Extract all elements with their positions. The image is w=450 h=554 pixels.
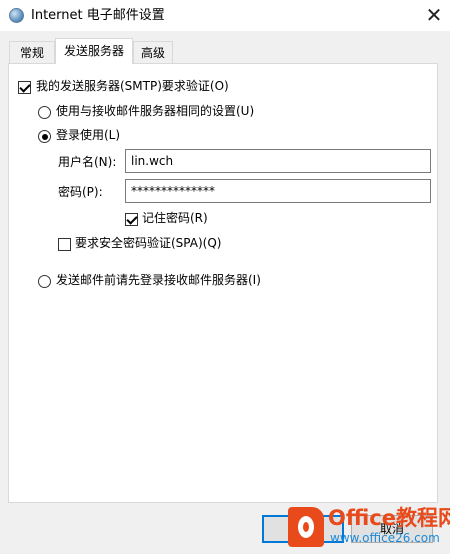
watermark: Office教程网 www.office26.com: [282, 503, 450, 551]
checkmark-icon: [126, 213, 138, 225]
watermark-url: www.office26.com: [330, 531, 440, 545]
login-with-label: 登录使用(L): [56, 128, 121, 142]
remember-password-label: 记住密码(R): [142, 211, 208, 225]
office-logo-icon: [288, 507, 324, 547]
smtp-auth-label: 我的发送服务器(SMTP)要求验证(O): [36, 79, 229, 93]
tab-panel: 我的发送服务器(SMTP)要求验证(O) 使用与接收邮件服务器相同的设置(U) …: [8, 63, 438, 503]
radio-dot-icon: [41, 133, 48, 140]
login-before-send-radio[interactable]: [38, 275, 51, 288]
password-label: 密码(P):: [58, 185, 103, 199]
password-field[interactable]: **************: [125, 179, 431, 203]
login-with-radio[interactable]: [38, 130, 51, 143]
spa-checkbox[interactable]: [58, 238, 71, 251]
tab-general[interactable]: 常规: [9, 41, 55, 63]
spa-label: 要求安全密码验证(SPA)(Q): [75, 236, 222, 250]
checkmark-icon: [19, 81, 31, 93]
title-bar: Internet 电子邮件设置 ✕: [0, 0, 450, 31]
globe-icon: [9, 8, 24, 23]
smtp-auth-checkbox[interactable]: [18, 81, 31, 94]
window-title: Internet 电子邮件设置: [31, 8, 165, 23]
tab-outgoing-server[interactable]: 发送服务器: [55, 38, 133, 64]
tab-advanced[interactable]: 高级: [133, 41, 173, 63]
login-before-send-label: 发送邮件前请先登录接收邮件服务器(I): [56, 273, 261, 287]
remember-password-checkbox[interactable]: [125, 213, 138, 226]
same-settings-label: 使用与接收邮件服务器相同的设置(U): [56, 104, 255, 118]
watermark-title: Office教程网: [328, 506, 450, 530]
same-settings-radio[interactable]: [38, 106, 51, 119]
username-label: 用户名(N):: [58, 155, 117, 169]
username-field[interactable]: lin.wch: [125, 149, 431, 173]
close-icon[interactable]: ✕: [418, 0, 450, 31]
